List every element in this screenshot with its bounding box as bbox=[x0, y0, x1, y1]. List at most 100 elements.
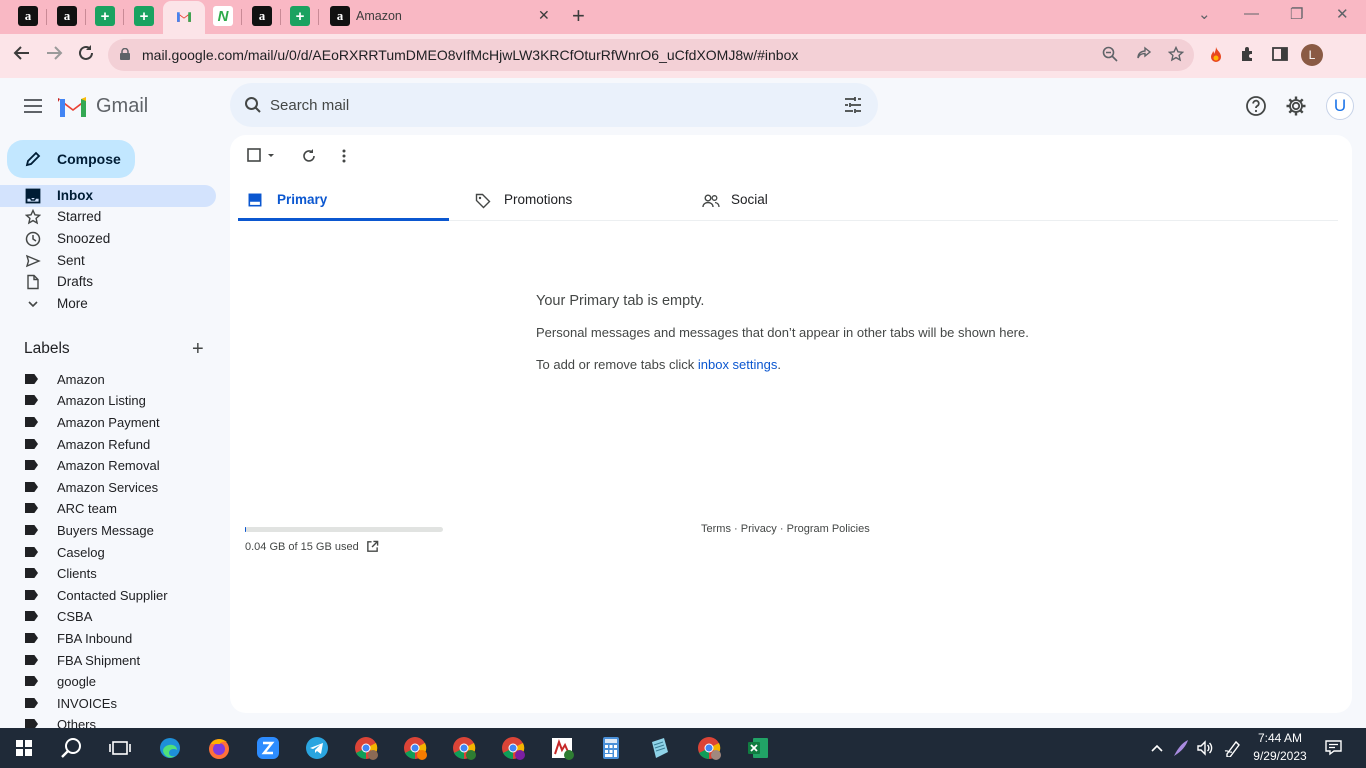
chevron-up-icon[interactable] bbox=[1150, 742, 1164, 754]
window-close-icon[interactable]: ✕ bbox=[1336, 5, 1349, 23]
volume-icon[interactable] bbox=[1196, 739, 1214, 757]
select-checkbox-icon[interactable] bbox=[247, 148, 277, 164]
label-item[interactable]: Contacted Supplier bbox=[0, 585, 216, 606]
chrome-icon[interactable] bbox=[697, 736, 721, 760]
tab-social[interactable]: Social bbox=[692, 181, 903, 221]
label-item[interactable]: Caselog bbox=[0, 542, 216, 563]
more-options-icon[interactable] bbox=[336, 148, 352, 164]
sheets-icon[interactable]: + bbox=[290, 6, 310, 26]
main-menu-icon[interactable] bbox=[24, 99, 42, 113]
program-policies-link[interactable]: Program Policies bbox=[787, 523, 870, 535]
amazon-icon[interactable]: a bbox=[57, 6, 77, 26]
nav-drafts[interactable]: Drafts bbox=[0, 271, 216, 293]
search-input[interactable]: Search mail bbox=[270, 97, 349, 114]
extensions-puzzle-icon[interactable] bbox=[1240, 46, 1256, 67]
clock-time[interactable]: 7:44 AM bbox=[1250, 731, 1310, 745]
windows-start-icon[interactable] bbox=[16, 740, 32, 756]
sheets-icon[interactable]: + bbox=[134, 6, 154, 26]
inbox-settings-link[interactable]: inbox settings bbox=[698, 357, 778, 372]
sheets-icon[interactable]: + bbox=[95, 6, 115, 26]
address-bar[interactable]: mail.google.com/mail/u/0/d/AEoRXRRTumDME… bbox=[108, 39, 1194, 71]
nav-inbox[interactable]: Inbox bbox=[0, 185, 216, 207]
chrome-icon[interactable] bbox=[452, 736, 476, 760]
label-item[interactable]: FBA Inbound bbox=[0, 628, 216, 649]
label-item[interactable]: ARC team bbox=[0, 498, 216, 519]
search-icon[interactable] bbox=[244, 96, 262, 114]
account-avatar[interactable]: U bbox=[1326, 92, 1354, 120]
refresh-icon[interactable] bbox=[301, 148, 317, 164]
nav-sent[interactable]: Sent bbox=[0, 250, 216, 272]
search-options-icon[interactable] bbox=[844, 96, 862, 114]
firefox-icon[interactable] bbox=[207, 736, 231, 760]
amazon-icon[interactable]: a bbox=[18, 6, 38, 26]
label-item[interactable]: Clients bbox=[0, 563, 216, 584]
nav-starred[interactable]: Starred bbox=[0, 206, 216, 228]
edge-browser-icon[interactable] bbox=[158, 736, 182, 760]
tab-close-icon[interactable]: ✕ bbox=[538, 7, 550, 24]
chrome-icon[interactable] bbox=[403, 736, 427, 760]
fire-extension-icon[interactable] bbox=[1207, 46, 1225, 69]
label-item[interactable]: INVOICEs bbox=[0, 693, 216, 714]
notepad-icon[interactable] bbox=[648, 736, 672, 760]
bookmark-star-icon[interactable] bbox=[1167, 45, 1185, 66]
label-item[interactable]: google bbox=[0, 671, 216, 692]
label-item[interactable]: Buyers Message bbox=[0, 520, 216, 541]
n-icon[interactable]: N bbox=[213, 6, 233, 26]
amazon-icon[interactable]: a bbox=[252, 6, 272, 26]
label-item[interactable]: Amazon Refund bbox=[0, 434, 216, 455]
reload-icon[interactable] bbox=[77, 44, 95, 67]
add-label-icon[interactable]: + bbox=[192, 338, 204, 361]
tab-divider bbox=[46, 9, 47, 25]
new-tab-icon[interactable]: + bbox=[572, 3, 585, 29]
back-icon[interactable] bbox=[13, 44, 31, 67]
privacy-link[interactable]: Privacy bbox=[741, 523, 777, 535]
restore-icon[interactable]: ❐ bbox=[1290, 5, 1303, 23]
chrome-app-icon[interactable] bbox=[550, 736, 574, 760]
tab-search-icon[interactable]: ⌄ bbox=[1198, 5, 1211, 23]
pen-menu-icon[interactable] bbox=[1224, 739, 1242, 757]
help-icon[interactable] bbox=[1245, 95, 1267, 117]
external-link-icon[interactable] bbox=[366, 540, 379, 553]
chrome-icon[interactable] bbox=[354, 736, 378, 760]
label-item[interactable]: FBA Shipment bbox=[0, 650, 216, 671]
notification-icon[interactable] bbox=[1325, 739, 1342, 756]
label-item[interactable]: Amazon Removal bbox=[0, 455, 216, 476]
settings-gear-icon[interactable] bbox=[1285, 95, 1307, 117]
forward-icon[interactable] bbox=[45, 44, 63, 67]
label-item[interactable]: Amazon Payment bbox=[0, 412, 216, 433]
url-text[interactable]: mail.google.com/mail/u/0/d/AEoRXRRTumDME… bbox=[142, 47, 798, 63]
telegram-icon[interactable] bbox=[305, 736, 329, 760]
label-item[interactable]: Amazon Listing bbox=[0, 390, 216, 411]
tab-title[interactable]: Amazon bbox=[356, 9, 402, 23]
tab-primary[interactable]: Primary bbox=[238, 181, 449, 221]
gmail-icon[interactable] bbox=[174, 6, 194, 26]
minimize-icon[interactable]: — bbox=[1244, 5, 1259, 22]
terms-link[interactable]: Terms bbox=[701, 523, 731, 535]
label-tag-icon bbox=[25, 503, 38, 513]
label-text: FBA Inbound bbox=[57, 631, 133, 646]
label-item[interactable]: Amazon Services bbox=[0, 477, 216, 498]
side-panel-icon[interactable] bbox=[1272, 46, 1288, 67]
label-item[interactable]: Amazon bbox=[0, 369, 216, 390]
tab-promotions[interactable]: Promotions bbox=[465, 181, 676, 221]
zoom-app-icon[interactable] bbox=[256, 736, 280, 760]
gmail-brand[interactable]: Gmail bbox=[96, 95, 148, 118]
search-bar[interactable]: Search mail bbox=[230, 83, 878, 127]
zoom-icon[interactable] bbox=[1102, 46, 1118, 66]
amazon-icon[interactable]: a bbox=[330, 6, 350, 26]
browser-profile-avatar[interactable]: L bbox=[1301, 44, 1323, 66]
label-item[interactable]: Others bbox=[0, 714, 216, 728]
compose-button[interactable]: Compose bbox=[7, 140, 135, 178]
pen-tray-icon[interactable] bbox=[1172, 738, 1190, 758]
excel-icon[interactable] bbox=[746, 736, 770, 760]
nav-more[interactable]: More bbox=[0, 293, 216, 315]
clock-date[interactable]: 9/29/2023 bbox=[1248, 749, 1312, 763]
search-icon[interactable] bbox=[60, 736, 84, 760]
chrome-icon[interactable] bbox=[501, 736, 525, 760]
nav-snoozed[interactable]: Snoozed bbox=[0, 228, 216, 250]
task-view-icon[interactable] bbox=[108, 736, 132, 760]
share-icon[interactable] bbox=[1136, 46, 1152, 66]
gmail-logo-icon[interactable] bbox=[58, 95, 88, 117]
label-item[interactable]: CSBA bbox=[0, 606, 216, 627]
calculator-icon[interactable] bbox=[599, 736, 623, 760]
